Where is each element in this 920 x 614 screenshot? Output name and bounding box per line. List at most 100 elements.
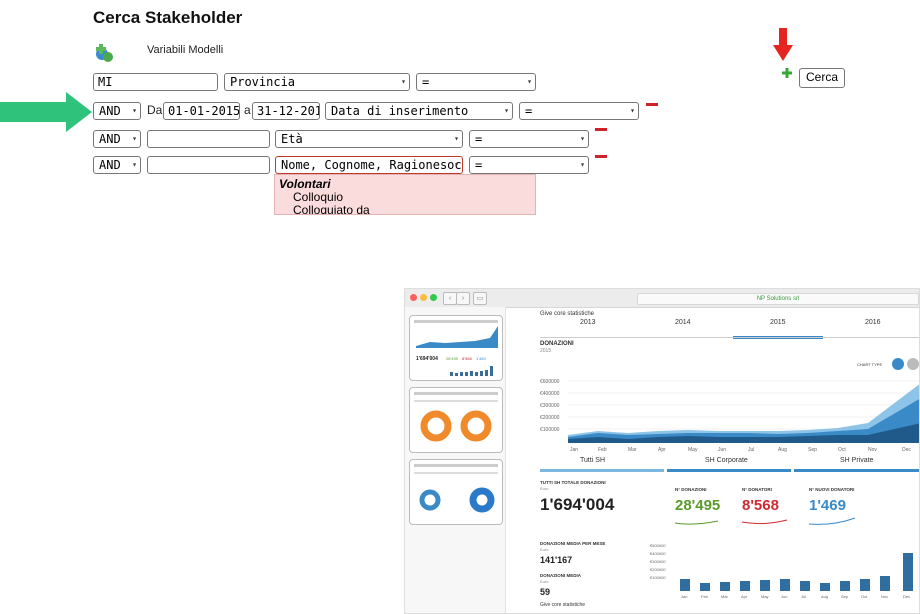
field-select-value: Nome, Cognome, Ragionesocia — [281, 158, 463, 172]
donations-area-chart: €600000 €400000 €300000 €200000 €100000 … — [540, 379, 919, 453]
remove-row3-button[interactable] — [595, 128, 607, 131]
dashboard-footer: Give core statistiche — [540, 602, 586, 608]
tab-2013[interactable]: 2013 — [580, 319, 596, 326]
tab-indicator — [667, 469, 791, 472]
remove-row4-button[interactable] — [595, 155, 607, 158]
x-tick: Apr — [658, 447, 666, 453]
x-tick: May — [688, 447, 698, 453]
media-mese-value: 141'167 — [540, 555, 573, 565]
field-dropdown-list: Volontari Colloquio Colloquiato da — [274, 174, 536, 215]
forward-icon[interactable]: › — [456, 292, 470, 305]
value-input-row3[interactable] — [147, 130, 270, 148]
thumb-total: 1'694'004 — [416, 356, 438, 362]
dropdown-group-label: Volontari — [279, 177, 331, 191]
operator-select-row1[interactable]: = ▾ — [416, 73, 536, 91]
add-condition-icon[interactable] — [782, 68, 792, 78]
thumbnail-donut-preview — [414, 392, 498, 442]
back-icon[interactable]: ‹ — [443, 292, 457, 305]
page-title: Cerca Stakeholder — [93, 8, 243, 27]
slide-thumbnail-1[interactable]: 1'694'004 28'495 8'568 1'469 — [409, 315, 503, 381]
date-to-input[interactable]: 31-12-2015 — [252, 102, 320, 120]
dropdown-option[interactable]: Colloquiato da — [275, 204, 535, 215]
x-tick: Jan — [570, 447, 578, 453]
kpi-value: 28'495 — [675, 497, 721, 514]
y-tick: €200000 — [650, 567, 666, 572]
field-select-row1[interactable]: Provincia ▾ — [224, 73, 410, 91]
slide-thumbnail-2[interactable] — [409, 387, 503, 453]
a-label: a — [244, 103, 251, 117]
totale-label: TUTTI SH TOTALE DONAZIONI — [540, 480, 606, 485]
minimize-icon[interactable] — [420, 294, 427, 301]
field-select-value: Provincia — [230, 75, 296, 89]
tab-2016[interactable]: 2016 — [865, 319, 881, 326]
field-select-value: Data di inserimento — [331, 104, 469, 118]
x-tick: Jan — [681, 594, 687, 599]
chevron-down-icon: ▾ — [132, 106, 137, 115]
operator-select-value: = — [475, 158, 483, 172]
y-tick: €400000 — [650, 551, 666, 556]
x-tick: Oct — [838, 447, 846, 453]
bar — [760, 580, 770, 591]
field-select-row4[interactable]: Nome, Cognome, Ragionesocia ▾ — [275, 156, 463, 174]
cerca-button[interactable]: Cerca — [799, 68, 846, 88]
area-chart-toggle-icon[interactable] — [892, 358, 904, 370]
close-icon[interactable] — [410, 294, 417, 301]
x-tick: Nov — [868, 447, 877, 453]
tab-indicator — [794, 469, 919, 472]
x-tick: May — [761, 594, 769, 599]
connector-select-row4[interactable]: AND ▾ — [93, 156, 141, 174]
variabili-modelli-icon[interactable] — [93, 42, 115, 64]
x-tick: Aug — [821, 594, 828, 599]
value-input-row4[interactable] — [147, 156, 270, 174]
chevron-down-icon: ▾ — [132, 134, 137, 143]
slide-thumbnail-3[interactable] — [409, 459, 503, 525]
x-tick: Sep — [841, 594, 849, 599]
operator-select-row2[interactable]: = ▾ — [519, 102, 639, 120]
connector-select-row2[interactable]: AND ▾ — [93, 102, 141, 120]
kpi-value: 8'568 — [742, 497, 779, 514]
connector-select-value: AND — [99, 158, 121, 172]
tab-sh-private[interactable]: SH Private — [840, 457, 873, 464]
tab-tutti-sh[interactable]: Tutti SH — [580, 457, 605, 464]
chevron-down-icon: ▾ — [527, 77, 532, 86]
x-tick: Oct — [861, 594, 868, 599]
line-chart-toggle-icon[interactable] — [907, 358, 919, 370]
tab-indicator — [540, 469, 664, 472]
media-value: 59 — [540, 587, 551, 597]
bar — [680, 579, 690, 591]
kpi-label: N° DONATORI — [742, 487, 772, 492]
field-select-row2[interactable]: Data di inserimento ▾ — [325, 102, 513, 120]
connector-select-row3[interactable]: AND ▾ — [93, 130, 141, 148]
x-tick: Nov — [881, 594, 888, 599]
x-tick: Mar — [628, 447, 637, 453]
bar — [903, 553, 913, 591]
maximize-icon[interactable] — [430, 294, 437, 301]
remove-row2-button[interactable] — [646, 103, 658, 106]
euro-label: Euro — [540, 547, 549, 552]
url-bar[interactable]: NP Solutions srl — [637, 293, 919, 305]
connector-select-value: AND — [99, 104, 121, 118]
x-tick: Jun — [781, 594, 787, 599]
operator-select-row3[interactable]: = ▾ — [469, 130, 589, 148]
euro-label: Euro — [540, 486, 549, 491]
sidebar-toggle-icon[interactable]: ▭ — [473, 292, 487, 305]
tab-2015[interactable]: 2015 — [770, 319, 786, 326]
operator-select-value: = — [525, 104, 533, 118]
media-label: DONAZIONI MEDIA — [540, 573, 581, 578]
thumbnail-chart-preview: 1'694'004 28'495 8'568 1'469 — [414, 320, 498, 376]
operator-select-row4[interactable]: = ▾ — [469, 156, 589, 174]
date-from-input[interactable]: 01-01-2015 — [163, 102, 240, 120]
kpi-label: N° DONAZIONI — [675, 487, 707, 492]
tab-2014[interactable]: 2014 — [675, 319, 691, 326]
dashboard-header: Give core statistiche — [540, 311, 595, 317]
kpi-label: N° NUOVI DONATORI — [809, 487, 855, 492]
monthly-bar-chart: €500000 €400000 €300000 €200000 €100000 … — [650, 543, 913, 599]
field-select-row3[interactable]: Età ▾ — [275, 130, 463, 148]
value-input-row1[interactable]: MI — [93, 73, 218, 91]
x-tick: Sep — [808, 447, 817, 453]
chart-title: DONAZIONI — [540, 341, 574, 347]
divider — [540, 337, 919, 338]
tab-sh-corporate[interactable]: SH Corporate — [705, 457, 748, 464]
thumbnail-pie-preview — [414, 464, 498, 513]
search-panel: Cerca Stakeholder Variabili Modelli MI P… — [85, 0, 846, 215]
